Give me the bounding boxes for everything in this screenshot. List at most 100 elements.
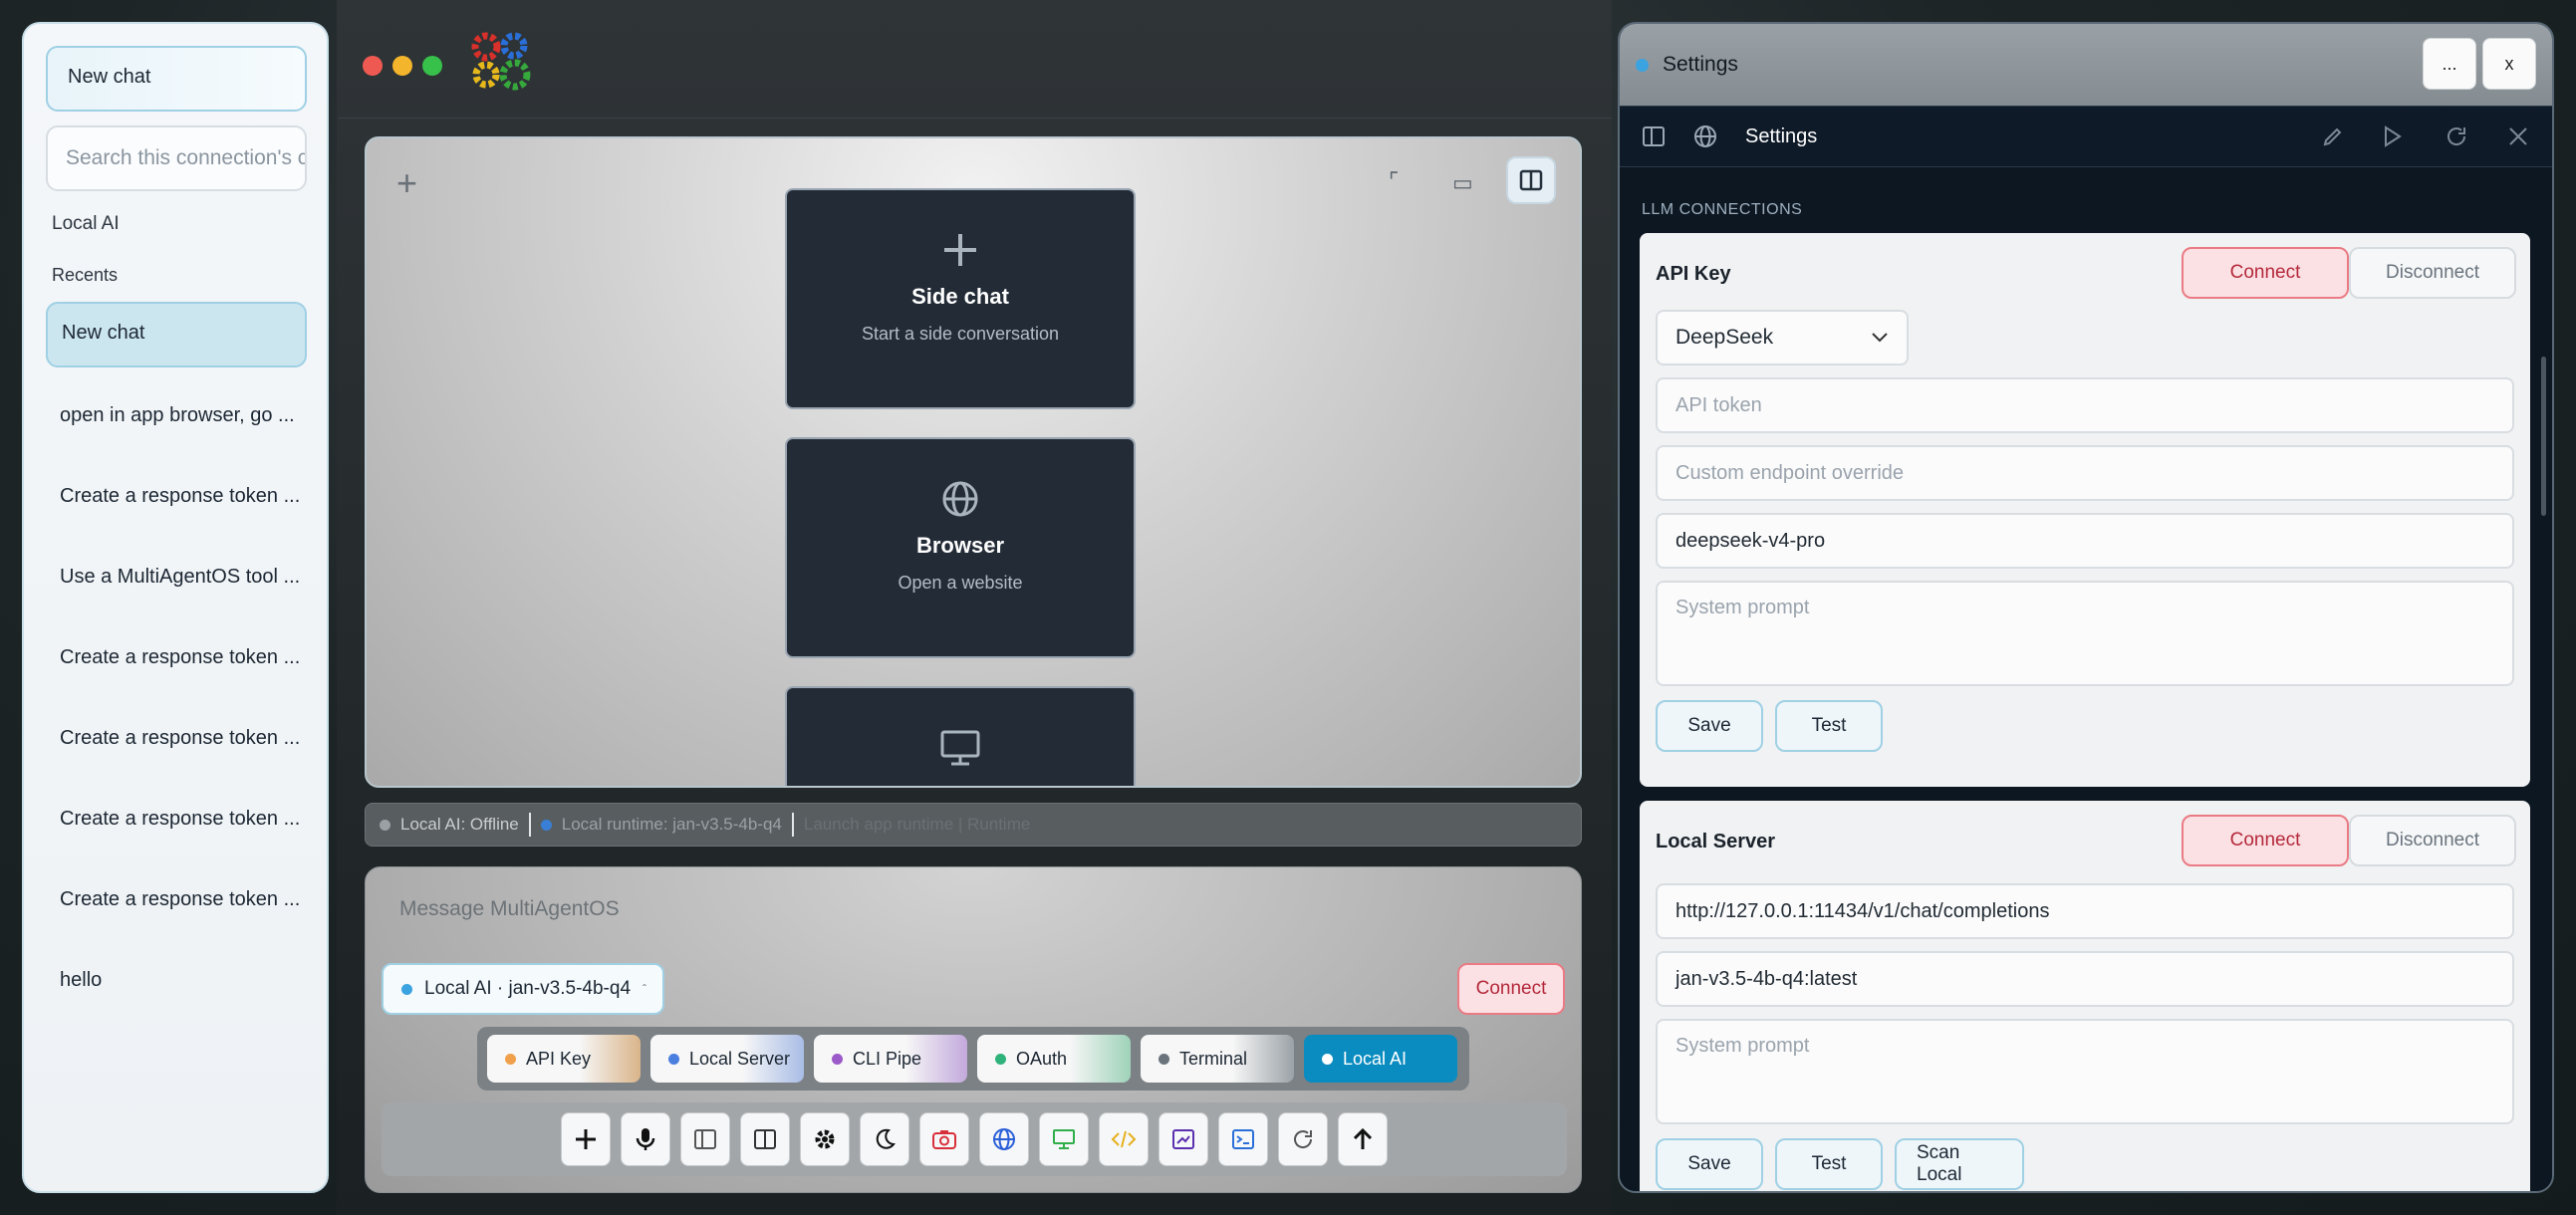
- terminal-button[interactable]: [1218, 1112, 1268, 1166]
- play-icon[interactable]: [2381, 124, 2403, 148]
- sidebar: New chat Search this connection's chats …: [22, 22, 329, 1193]
- system-prompt-input[interactable]: System prompt: [1656, 581, 2514, 686]
- settings-body: LLM CONNECTIONS API Key Connect Disconne…: [1620, 167, 2552, 1191]
- corner-icon[interactable]: ⌜: [1389, 168, 1399, 194]
- tab-dot: [1159, 1053, 1169, 1065]
- panel-split-icon: [754, 1129, 776, 1149]
- disconnect-button[interactable]: Disconnect: [2349, 815, 2516, 866]
- divider: [528, 813, 531, 837]
- tab-api-key[interactable]: API Key: [487, 1035, 641, 1083]
- voice-button[interactable]: [621, 1112, 670, 1166]
- connection-label: Local AI: [52, 213, 120, 234]
- card-subtitle: Start a side conversation: [861, 324, 1060, 344]
- code-button[interactable]: [1099, 1112, 1149, 1166]
- settings-header-title: Settings: [1745, 124, 1818, 147]
- window-icon[interactable]: ▭: [1452, 170, 1473, 196]
- local-ai-status: Local AI: Offline: [400, 815, 519, 834]
- recent-item[interactable]: Create a response token ...: [46, 463, 307, 529]
- refresh-icon[interactable]: [2445, 124, 2468, 148]
- test-button[interactable]: Test: [1775, 700, 1883, 752]
- canvas-button[interactable]: [1159, 1112, 1208, 1166]
- settings-titlebar: Settings ... x: [1620, 24, 2552, 106]
- message-input[interactable]: Message MultiAgentOS: [399, 897, 620, 921]
- endpoint-input[interactable]: Custom endpoint override: [1656, 445, 2514, 501]
- settings-button[interactable]: [800, 1112, 850, 1166]
- server-model-input[interactable]: jan-v3.5-4b-q4:latest: [1656, 951, 2514, 1007]
- add-pane-icon[interactable]: +: [396, 162, 417, 204]
- globe-icon: [942, 481, 978, 517]
- send-button[interactable]: [1338, 1112, 1388, 1166]
- monitor-icon: [940, 730, 980, 766]
- save-button[interactable]: Save: [1656, 1138, 1763, 1190]
- model-selector[interactable]: Local AI · jan-v3.5-4b-q4 ˆ: [382, 963, 664, 1015]
- plus-icon: [576, 1129, 596, 1149]
- provider-select[interactable]: DeepSeek: [1656, 310, 1909, 365]
- composer: Message MultiAgentOS Local AI · jan-v3.5…: [365, 866, 1582, 1193]
- chevron-icon: ˆ: [643, 982, 647, 996]
- recent-item[interactable]: Create a response token ...: [46, 786, 307, 851]
- api-token-input[interactable]: API token: [1656, 377, 2514, 433]
- recent-list: open in app browser, go ... Create a res…: [46, 382, 305, 1013]
- microphone-icon: [636, 1128, 655, 1150]
- new-chat-button[interactable]: New chat: [46, 46, 307, 112]
- connect-button[interactable]: Connect: [2182, 247, 2349, 299]
- maximize-window-button[interactable]: [422, 56, 442, 76]
- split-view-toggle[interactable]: [1506, 156, 1556, 204]
- recent-item[interactable]: Create a response token ...: [46, 624, 307, 690]
- system-prompt-input[interactable]: System prompt: [1656, 1019, 2514, 1124]
- connection-tabs: API Key Local Server CLI Pipe OAuth Term…: [477, 1027, 1469, 1091]
- api-key-actions: Save Test: [1656, 700, 2514, 752]
- code-icon: [1111, 1130, 1137, 1148]
- search-input[interactable]: Search this connection's chats: [46, 125, 307, 191]
- theme-button[interactable]: [860, 1112, 909, 1166]
- action-toolbar: [382, 1102, 1567, 1176]
- recent-item[interactable]: open in app browser, go ...: [46, 382, 307, 448]
- save-button[interactable]: Save: [1656, 700, 1763, 752]
- refresh-icon: [1294, 1130, 1313, 1148]
- server-url-input[interactable]: http://127.0.0.1:11434/v1/chat/completio…: [1656, 883, 2514, 939]
- connect-button[interactable]: Connect: [2182, 815, 2349, 866]
- desktop-card[interactable]: [785, 686, 1136, 786]
- status-bar: Local AI: Offline Local runtime: jan-v3.…: [365, 803, 1582, 847]
- tab-local-ai[interactable]: Local AI: [1304, 1035, 1457, 1083]
- disconnect-button[interactable]: Disconnect: [2349, 247, 2516, 299]
- composer-connect-button[interactable]: Connect: [1457, 963, 1565, 1015]
- globe-icon[interactable]: [1693, 124, 1717, 148]
- screenshot-button[interactable]: [919, 1112, 969, 1166]
- sidebar-toggle-icon[interactable]: [1642, 125, 1666, 147]
- card-title: Browser: [915, 533, 1005, 558]
- recent-item-active[interactable]: New chat: [46, 302, 307, 367]
- desktop-button[interactable]: [1039, 1112, 1089, 1166]
- tab-cli-pipe[interactable]: CLI Pipe: [814, 1035, 967, 1083]
- scrollbar[interactable]: [2541, 357, 2546, 516]
- recent-item[interactable]: Use a MultiAgentOS tool ...: [46, 544, 307, 609]
- tab-oauth[interactable]: OAuth: [977, 1035, 1131, 1083]
- close-icon[interactable]: [2506, 124, 2530, 148]
- recent-item[interactable]: hello: [46, 947, 307, 1013]
- side-chat-card[interactable]: Side chat Start a side conversation: [785, 188, 1136, 409]
- recent-item[interactable]: Create a response token ...: [46, 866, 307, 932]
- tab-terminal[interactable]: Terminal: [1141, 1035, 1294, 1083]
- monitor-icon: [1053, 1129, 1075, 1149]
- model-input[interactable]: deepseek-v4-pro: [1656, 513, 2514, 569]
- tab-local-server[interactable]: Local Server: [650, 1035, 804, 1083]
- panel-left-icon: [694, 1129, 716, 1149]
- new-button[interactable]: [561, 1112, 611, 1166]
- test-button[interactable]: Test: [1775, 1138, 1883, 1190]
- refresh-button[interactable]: [1278, 1112, 1328, 1166]
- image-edit-icon: [1172, 1129, 1194, 1149]
- browser-card[interactable]: Browser Open a website: [785, 437, 1136, 658]
- close-window-button[interactable]: [363, 56, 383, 76]
- scan-local-button[interactable]: Scan Local: [1895, 1138, 2024, 1190]
- split-left-button[interactable]: [680, 1112, 730, 1166]
- recent-item[interactable]: Create a response token ...: [46, 705, 307, 771]
- status-dot: [1636, 58, 1649, 72]
- minimize-window-button[interactable]: [392, 56, 412, 76]
- tab-label: OAuth: [1016, 1048, 1068, 1069]
- more-button[interactable]: ...: [2423, 38, 2476, 90]
- model-label: Local AI · jan-v3.5-4b-q4: [424, 978, 632, 999]
- browser-button[interactable]: [979, 1112, 1029, 1166]
- edit-icon[interactable]: [2321, 124, 2345, 148]
- split-right-button[interactable]: [740, 1112, 790, 1166]
- close-button[interactable]: x: [2482, 38, 2536, 90]
